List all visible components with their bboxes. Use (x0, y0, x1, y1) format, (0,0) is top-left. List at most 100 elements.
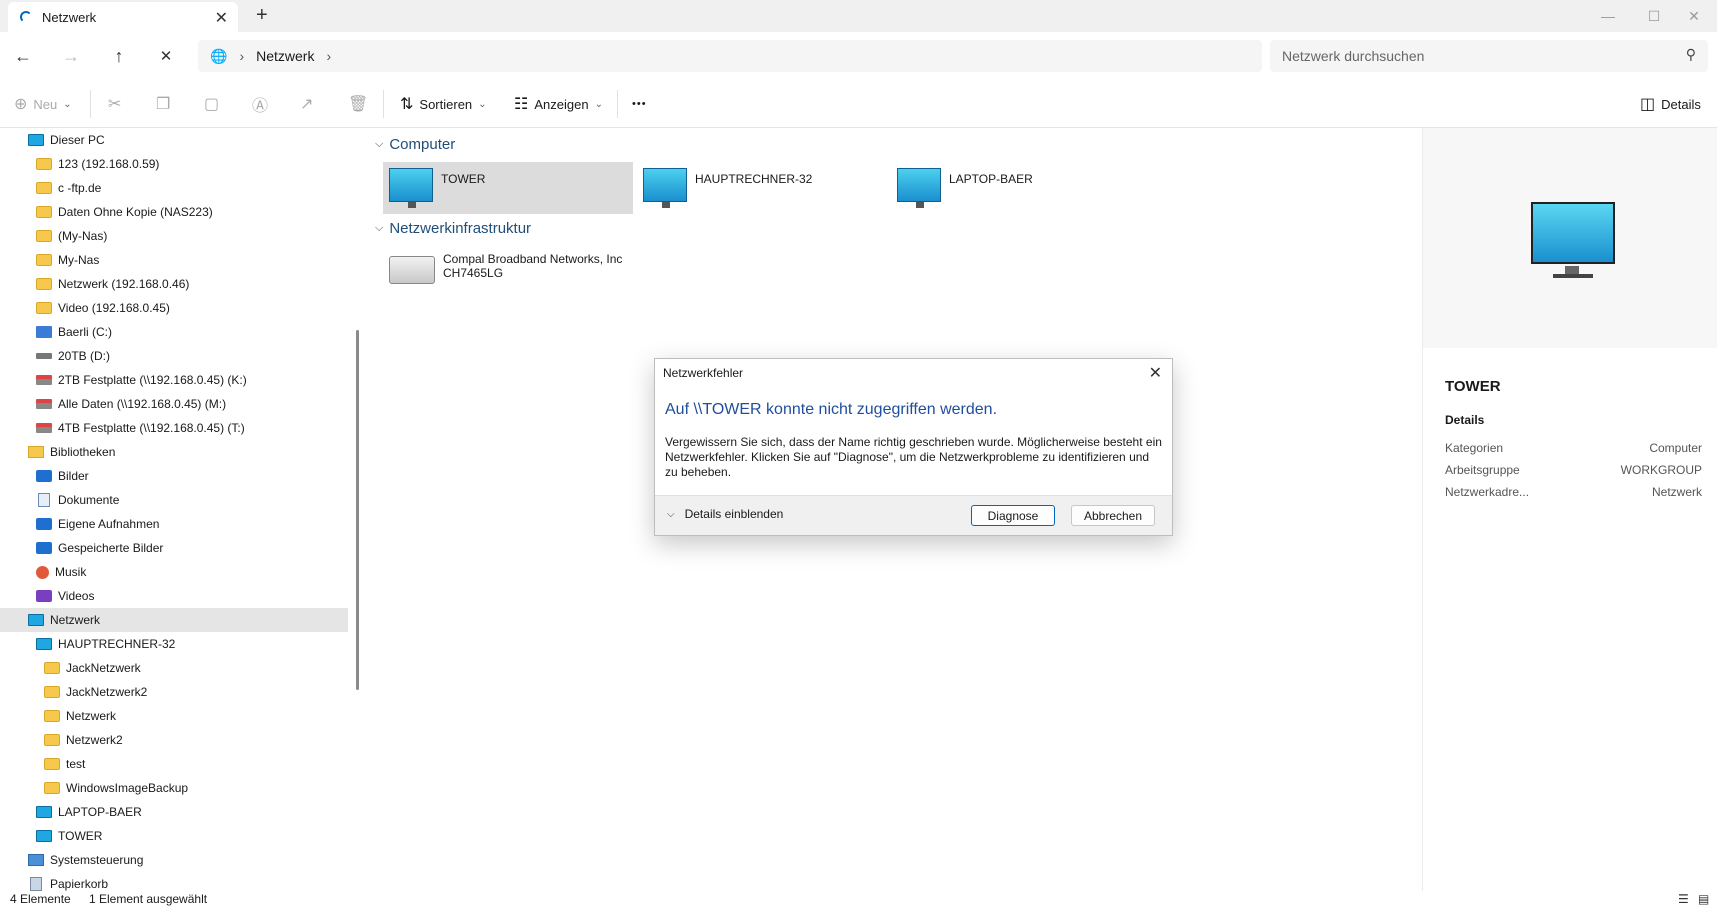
sidebar-item[interactable]: Bilder (0, 464, 348, 488)
sidebar-item-label: TOWER (58, 829, 103, 843)
details-pane: TOWER Details Kategorien Computer Arbeit… (1422, 128, 1717, 891)
sidebar-item-label: Systemsteuerung (50, 853, 144, 867)
toolbar-divider (90, 90, 91, 118)
sidebar-item[interactable]: Netzwerk (0, 608, 348, 632)
tab-title: Netzwerk (42, 9, 97, 25)
sidebar-item[interactable]: Dieser PC (0, 128, 348, 152)
sidebar-item[interactable]: Alle Daten (\\192.168.0.45) (M:) (0, 392, 348, 416)
sidebar-item-label: LAPTOP-BAER (58, 805, 142, 819)
sort-label: Sortieren (419, 96, 473, 112)
diagnose-button[interactable]: Diagnose (971, 505, 1055, 526)
sidebar-item[interactable]: 2TB Festplatte (\\192.168.0.45) (K:) (0, 368, 348, 392)
pc-icon (28, 134, 44, 146)
up-button[interactable]: ↑ (104, 42, 134, 70)
dialog-close-icon[interactable]: ✕ (1149, 363, 1162, 383)
stop-button[interactable]: ✕ (151, 42, 181, 70)
sidebar-item[interactable]: Netzwerk (192.168.0.46) (0, 272, 348, 296)
search-icon[interactable]: ⚲ (1686, 46, 1696, 63)
list-view-icon[interactable]: ☰ (1678, 892, 1689, 906)
chevron-down-icon: ⌵ (375, 138, 384, 150)
control-panel-icon (28, 854, 44, 866)
new-tab-button[interactable]: + (256, 4, 268, 27)
folder-icon (44, 782, 60, 794)
sidebar-item[interactable]: 20TB (D:) (0, 344, 348, 368)
sidebar-item[interactable]: Videos (0, 584, 348, 608)
sidebar-item[interactable]: c -ftp.de (0, 176, 348, 200)
sidebar-scrollbar[interactable] (356, 330, 359, 690)
title-bar: Netzwerk ✕ + — ☐ ✕ (0, 0, 1717, 32)
network-item-laptop-baer[interactable]: LAPTOP-BAER (891, 162, 1141, 214)
sidebar-item[interactable]: Papierkorb (0, 872, 348, 891)
pc-icon (36, 638, 52, 650)
video-icon (36, 590, 52, 602)
view-button[interactable]: ☷ Anzeigen ⌄ (514, 92, 603, 116)
back-button[interactable]: ← (8, 42, 38, 70)
delete-button[interactable]: 🗑 (348, 92, 374, 116)
sidebar-item-label: Papierkorb (50, 877, 109, 891)
sidebar-item-label: Eigene Aufnahmen (58, 517, 160, 531)
folder-icon (44, 758, 60, 770)
minimize-button[interactable]: — (1585, 0, 1631, 32)
sidebar-item[interactable]: Musik (0, 560, 348, 584)
sidebar-item[interactable]: Dokumente (0, 488, 348, 512)
forward-button[interactable]: → (56, 42, 86, 70)
cancel-button[interactable]: Abbrechen (1071, 505, 1155, 526)
sidebar-item[interactable]: Netzwerk (0, 704, 348, 728)
show-details-toggle[interactable]: ⌵ Details einblenden (667, 507, 783, 521)
sidebar-item[interactable]: LAPTOP-BAER (0, 800, 348, 824)
sidebar-item[interactable]: Netzwerk2 (0, 728, 348, 752)
details-title: TOWER (1445, 378, 1501, 395)
documents-icon (38, 493, 50, 507)
sidebar-item[interactable]: test (0, 752, 348, 776)
new-button[interactable]: ⊕ Neu ⌄ (14, 92, 72, 116)
folder-icon (44, 734, 60, 746)
details-key: Arbeitsgruppe (1445, 463, 1520, 477)
paste-button[interactable]: ▢ (204, 92, 225, 116)
more-options-button[interactable]: ••• (632, 92, 647, 116)
sidebar-item[interactable]: HAUPTRECHNER-32 (0, 632, 348, 656)
group-header-netzwerkinfrastruktur[interactable]: ⌵ Netzwerkinfrastruktur (375, 220, 531, 237)
sidebar-item[interactable]: Video (192.168.0.45) (0, 296, 348, 320)
status-item-count: 4 Elemente (10, 892, 71, 906)
network-item-tower[interactable]: TOWER (383, 162, 633, 214)
sidebar-item-label: 20TB (D:) (58, 349, 111, 363)
sidebar-item[interactable]: Gespeicherte Bilder (0, 536, 348, 560)
address-bar[interactable]: 🌐 › Netzwerk › (198, 40, 1262, 72)
preview-area (1423, 128, 1717, 348)
search-input[interactable]: Netzwerk durchsuchen ⚲ (1270, 40, 1708, 72)
group-header-computer[interactable]: ⌵ Computer (375, 136, 455, 153)
network-item-router[interactable]: Compal Broadband Networks, Inc CH7465LG (383, 244, 633, 300)
breadcrumb-netzwerk[interactable]: Netzwerk (256, 48, 314, 64)
details-pane-button[interactable]: ◫ Details (1640, 92, 1701, 116)
tab-netzwerk[interactable]: Netzwerk ✕ (8, 2, 238, 32)
sidebar-item[interactable]: Baerli (C:) (0, 320, 348, 344)
folder-icon (36, 158, 52, 170)
sort-button[interactable]: ⇅ Sortieren ⌄ (400, 92, 487, 116)
sidebar-item-label: test (66, 757, 86, 771)
share-button[interactable]: ↗ (300, 92, 319, 116)
sidebar-item[interactable]: Eigene Aufnahmen (0, 512, 348, 536)
sidebar-item-label: Videos (58, 589, 95, 603)
sidebar-item[interactable]: JackNetzwerk2 (0, 680, 348, 704)
item-name: LAPTOP-BAER (949, 172, 1033, 186)
sidebar-item[interactable]: 4TB Festplatte (\\192.168.0.45) (T:) (0, 416, 348, 440)
close-window-button[interactable]: ✕ (1671, 0, 1717, 32)
rename-button[interactable]: Ⓐ (252, 92, 274, 116)
sidebar-item[interactable]: TOWER (0, 824, 348, 848)
breadcrumb-chevron-icon[interactable]: › (326, 48, 331, 64)
folder-icon (36, 206, 52, 218)
cut-button[interactable]: ✂ (108, 92, 127, 116)
sidebar-item[interactable]: JackNetzwerk (0, 656, 348, 680)
sidebar-item[interactable]: My-Nas (0, 248, 348, 272)
sidebar-item[interactable]: Systemsteuerung (0, 848, 348, 872)
sidebar-item[interactable]: Daten Ohne Kopie (NAS223) (0, 200, 348, 224)
sidebar-item[interactable]: Bibliotheken (0, 440, 348, 464)
copy-button[interactable]: ❐ (156, 92, 176, 116)
tiles-view-icon[interactable]: ▤ (1698, 892, 1709, 906)
tab-close-icon[interactable]: ✕ (215, 8, 228, 28)
network-item-hauptrechner[interactable]: HAUPTRECHNER-32 (637, 162, 887, 214)
sidebar-item[interactable]: (My-Nas) (0, 224, 348, 248)
sidebar-item[interactable]: 123 (192.168.0.59) (0, 152, 348, 176)
sidebar-item[interactable]: WindowsImageBackup (0, 776, 348, 800)
sidebar-item-label: 4TB Festplatte (\\192.168.0.45) (T:) (58, 421, 245, 435)
